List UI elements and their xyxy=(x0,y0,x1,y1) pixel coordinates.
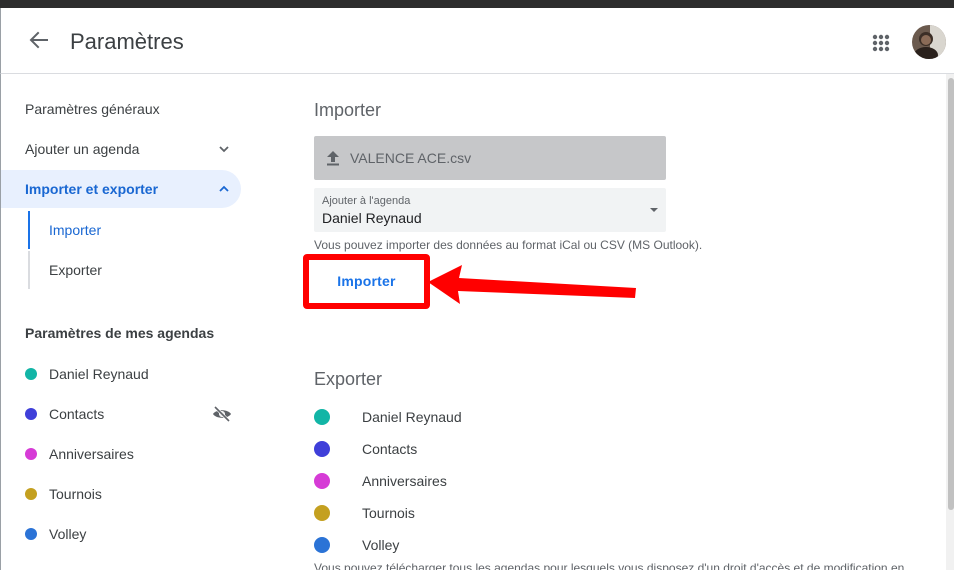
subnav-indicator xyxy=(28,251,30,289)
apps-button[interactable] xyxy=(867,29,895,57)
calendar-label: Anniversaires xyxy=(49,446,134,462)
calendar-color-dot xyxy=(314,409,330,425)
export-helper-text: Vous pouvez télécharger tous les agendas… xyxy=(314,561,905,570)
sidebar-calendar-item[interactable]: Tournois xyxy=(1,475,241,513)
my-calendars-header: Paramètres de mes agendas xyxy=(25,325,215,341)
app-header: Paramètres xyxy=(0,8,954,74)
sidebar-item-general[interactable]: Paramètres généraux xyxy=(1,90,241,128)
back-button[interactable] xyxy=(23,28,53,54)
calendar-label: Contacts xyxy=(49,406,105,422)
select-value: Daniel Reynaud xyxy=(322,210,422,226)
calendar-label: Daniel Reynaud xyxy=(49,366,149,382)
sidebar-calendar-item[interactable]: Daniel Reynaud xyxy=(1,355,241,393)
annotation-arrow-icon xyxy=(428,265,636,304)
calendar-color-dot xyxy=(25,368,37,380)
export-calendar-label: Tournois xyxy=(362,505,415,521)
sidebar-calendar-item[interactable]: Anniversaires xyxy=(1,435,241,473)
export-calendar-item[interactable]: Anniversaires xyxy=(314,465,714,497)
export-calendar-item[interactable]: Daniel Reynaud xyxy=(314,401,714,433)
import-section-title: Importer xyxy=(314,100,382,120)
export-calendar-label: Anniversaires xyxy=(362,473,447,489)
calendar-color-dot xyxy=(25,528,37,540)
sidebar-item-add-calendar[interactable]: Ajouter un agenda xyxy=(1,130,241,168)
calendar-select[interactable]: Ajouter à l'agenda Daniel Reynaud xyxy=(314,188,666,232)
arrow-back-icon xyxy=(29,31,48,49)
import-button[interactable]: Importer xyxy=(313,263,420,300)
settings-main: Importer VALENCE ACE.csv Ajouter à l'age… xyxy=(260,74,954,570)
calendar-color-dot xyxy=(314,473,330,489)
page-title: Paramètres xyxy=(70,29,184,54)
import-helper-text: Vous pouvez importer des données au form… xyxy=(314,238,703,252)
sidebar-item-label: Ajouter un agenda xyxy=(25,141,140,157)
select-label: Ajouter à l'agenda xyxy=(322,195,411,207)
file-picker[interactable]: VALENCE ACE.csv xyxy=(314,136,666,180)
calendar-color-dot xyxy=(314,537,330,553)
export-calendar-item[interactable]: Tournois xyxy=(314,497,714,529)
subnav-indicator-active xyxy=(28,211,30,249)
chevron-up-icon xyxy=(219,185,229,192)
calendar-color-dot xyxy=(25,408,37,420)
export-calendar-label: Daniel Reynaud xyxy=(362,409,462,425)
calendar-color-dot xyxy=(25,448,37,460)
calendar-color-dot xyxy=(314,441,330,457)
window-top-strip xyxy=(0,0,954,8)
sidebar-item-import-export[interactable]: Importer et exporter xyxy=(1,170,241,208)
export-calendar-label: Contacts xyxy=(362,441,418,457)
sidebar-item-label: Paramètres généraux xyxy=(25,101,160,117)
sidebar-item-label: Importer et exporter xyxy=(25,181,159,197)
sidebar-subitem-export[interactable]: Exporter xyxy=(49,251,102,289)
sidebar-calendar-item[interactable]: Volley xyxy=(1,515,241,553)
calendar-color-dot xyxy=(314,505,330,521)
export-section-title: Exporter xyxy=(314,369,383,389)
scrollbar-thumb[interactable] xyxy=(948,78,954,510)
calendar-label: Volley xyxy=(49,526,87,542)
file-name: VALENCE ACE.csv xyxy=(350,150,472,166)
chevron-down-icon xyxy=(219,146,229,153)
sidebar-subitem-import[interactable]: Importer xyxy=(49,211,101,249)
calendar-label: Tournois xyxy=(49,486,102,502)
settings-sidebar: Paramètres généraux Ajouter un agenda Im… xyxy=(0,74,260,570)
calendar-color-dot xyxy=(25,488,37,500)
export-calendar-item[interactable]: Volley xyxy=(314,529,714,561)
avatar[interactable] xyxy=(912,25,946,59)
dropdown-arrow-icon xyxy=(650,208,658,212)
avatar-image xyxy=(912,25,946,59)
sidebar-calendar-item[interactable]: Contacts xyxy=(1,395,241,433)
upload-icon xyxy=(327,151,339,166)
visibility-off-icon[interactable] xyxy=(212,406,232,422)
apps-grid-icon xyxy=(872,34,890,52)
export-calendar-item[interactable]: Contacts xyxy=(314,433,714,465)
export-calendar-label: Volley xyxy=(362,537,400,553)
